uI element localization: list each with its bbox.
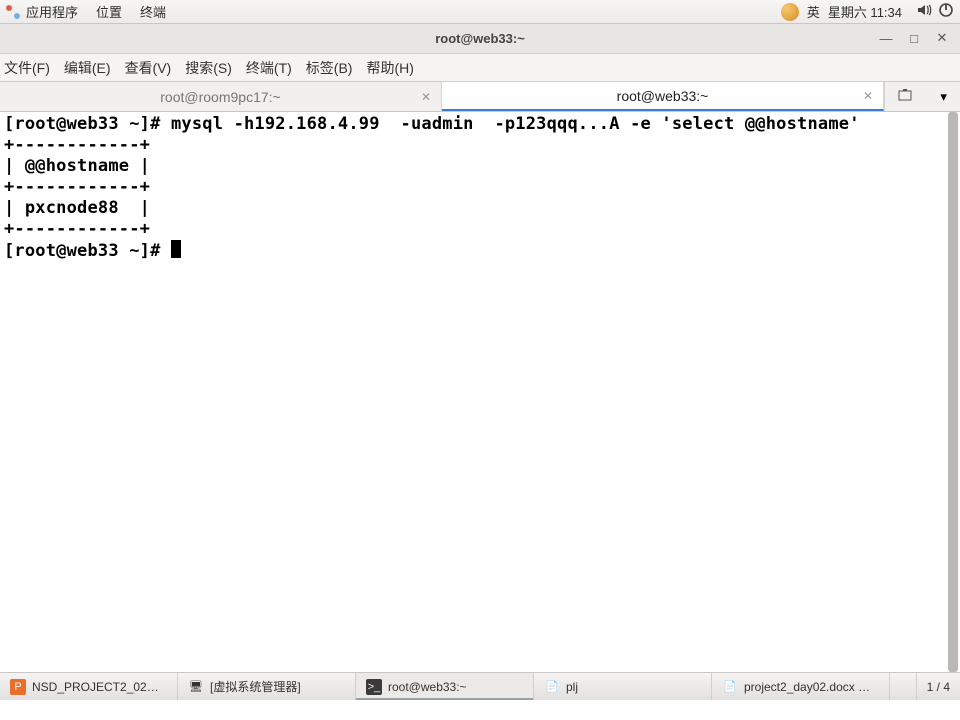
term-line: | pxcnode88 | (4, 198, 150, 218)
document-icon: 📄 (722, 679, 738, 695)
power-icon[interactable] (938, 2, 954, 21)
distro-logo-icon (6, 5, 20, 19)
scrollbar-thumb[interactable] (948, 112, 958, 672)
tab-room9pc17[interactable]: root@room9pc17:~ ✕ (0, 82, 442, 111)
new-tab-icon[interactable] (898, 88, 914, 105)
terminal-cursor (171, 240, 181, 258)
menu-search[interactable]: 搜索(S) (185, 58, 232, 78)
window-title: root@web33:~ (435, 31, 525, 46)
ime-indicator-icon[interactable] (781, 3, 799, 21)
terminal-viewport[interactable]: [root@web33 ~]# mysql -h192.168.4.99 -ua… (0, 112, 960, 672)
window-minimize-button[interactable]: — (876, 28, 896, 48)
tab-label: root@web33:~ (617, 88, 709, 104)
task-label: NSD_PROJECT2_02.pp… (32, 680, 162, 694)
document-icon: 📄 (544, 679, 560, 695)
task-label: project2_day02.docx - … (744, 680, 874, 694)
task-virt-manager[interactable]: 🖥 [虚拟系统管理器] (178, 673, 356, 700)
tab-label: root@room9pc17:~ (160, 89, 280, 105)
window-titlebar: root@web33:~ — □ ✕ (0, 24, 960, 54)
menu-help[interactable]: 帮助(H) (366, 58, 413, 78)
system-top-bar: 应用程序 位置 终端 英 星期六 11:34 (0, 0, 960, 24)
tab-close-icon[interactable]: ✕ (421, 90, 431, 104)
task-project2-doc[interactable]: 📄 project2_day02.docx - … (712, 673, 890, 700)
terminal-scrollbar[interactable] (948, 112, 958, 672)
monitor-icon: 🖥 (188, 679, 204, 695)
term-line: +------------+ (4, 219, 150, 239)
task-nsd-project[interactable]: P NSD_PROJECT2_02.pp… (0, 673, 178, 700)
taskbar: P NSD_PROJECT2_02.pp… 🖥 [虚拟系统管理器] >_ roo… (0, 672, 960, 700)
task-label: root@web33:~ (388, 680, 467, 694)
tab-menu-chevron-icon[interactable]: ▾ (940, 89, 947, 105)
terminal-tabs: root@room9pc17:~ ✕ root@web33:~ ✕ ▾ (0, 82, 960, 112)
clock[interactable]: 星期六 11:34 (828, 2, 902, 21)
tab-web33[interactable]: root@web33:~ ✕ (442, 82, 884, 111)
menu-terminal[interactable]: 终端(T) (246, 58, 292, 78)
term-line: +------------+ (4, 177, 150, 197)
menu-edit[interactable]: 编辑(E) (64, 58, 111, 78)
task-plj[interactable]: 📄 plj (534, 673, 712, 700)
presentation-app-icon: P (10, 679, 26, 695)
sysmenu-applications[interactable]: 应用程序 (26, 2, 78, 21)
sysmenu-places[interactable]: 位置 (96, 2, 122, 21)
term-line: [root@web33 ~]# (4, 241, 171, 261)
ime-language[interactable]: 英 (807, 2, 820, 21)
tab-close-icon[interactable]: ✕ (863, 89, 873, 103)
term-line: +------------+ (4, 135, 150, 155)
workspace-pager[interactable]: 1 / 4 (916, 673, 960, 700)
term-line: | @@hostname | (4, 156, 150, 176)
term-line: [root@web33 ~]# mysql -h192.168.4.99 -ua… (4, 114, 860, 134)
menu-file[interactable]: 文件(F) (4, 58, 50, 78)
app-menubar: 文件(F) 编辑(E) 查看(V) 搜索(S) 终端(T) 标签(B) 帮助(H… (0, 54, 960, 82)
window-close-button[interactable]: ✕ (932, 28, 952, 48)
tab-extras: ▾ (884, 82, 960, 111)
task-label: plj (566, 680, 578, 694)
task-label: [虚拟系统管理器] (210, 678, 301, 695)
menu-view[interactable]: 查看(V) (125, 58, 172, 78)
window-maximize-button[interactable]: □ (904, 28, 924, 48)
volume-icon[interactable] (916, 2, 932, 21)
terminal-app-icon: >_ (366, 679, 382, 695)
task-terminal[interactable]: >_ root@web33:~ (356, 673, 534, 700)
menu-tabs[interactable]: 标签(B) (306, 58, 353, 78)
sysmenu-terminal[interactable]: 终端 (140, 2, 166, 21)
